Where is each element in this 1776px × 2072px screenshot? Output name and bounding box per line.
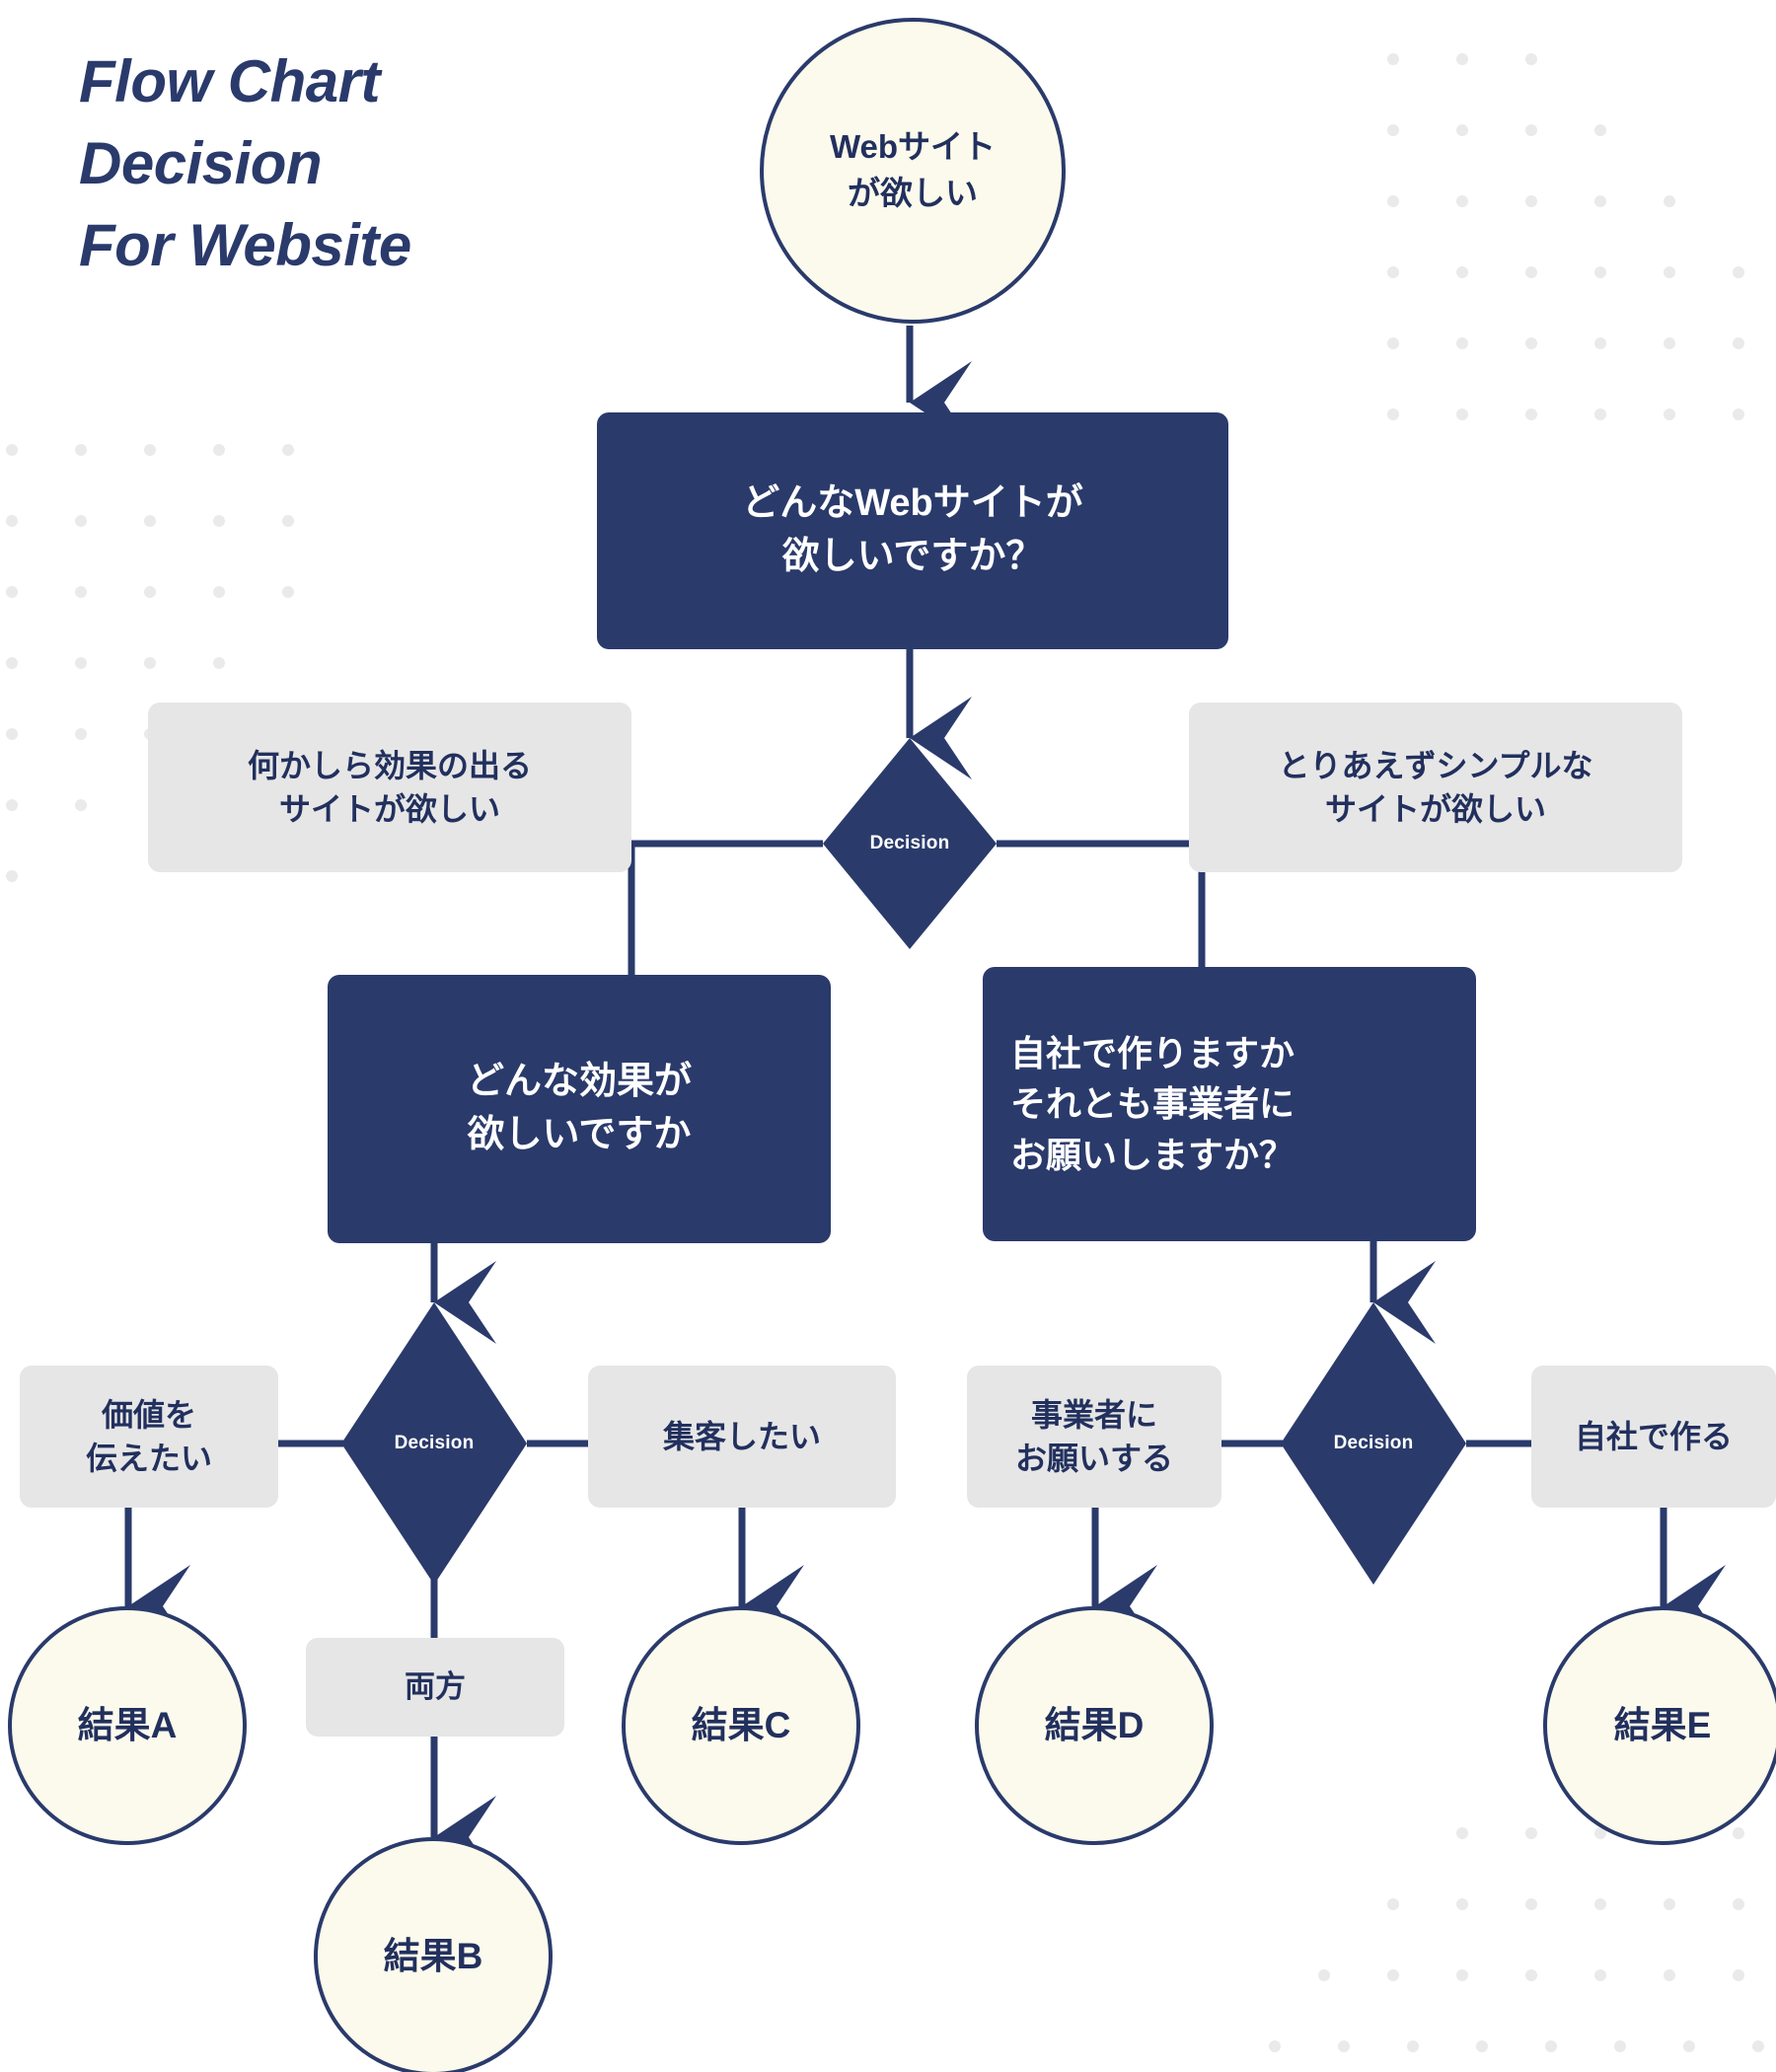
decision-label-2[interactable]: Decision — [345, 1424, 523, 1463]
node-result-a[interactable]: 結果A — [8, 1606, 247, 1845]
node-build-question[interactable]: 自社で作りますか それとも事業者に お願いしますか？ — [983, 967, 1476, 1241]
node-result-c[interactable]: 結果C — [622, 1606, 860, 1845]
page-title: Flow Chart Decision For Website — [79, 48, 411, 278]
node-result-e[interactable]: 結果E — [1543, 1606, 1776, 1845]
edge-label-both[interactable]: 両方 — [306, 1638, 564, 1737]
edge-label-ask-vendor[interactable]: 事業者に お願いする — [967, 1366, 1221, 1508]
edge-label-attract-customers[interactable]: 集客したい — [588, 1366, 896, 1508]
edge-label-effective-site[interactable]: 何かしら効果の出る サイトが欲しい — [148, 703, 631, 872]
node-effect-question[interactable]: どんな効果が 欲しいですか — [328, 975, 831, 1243]
decision-label-1[interactable]: Decision — [821, 824, 999, 863]
decision-label-3[interactable]: Decision — [1285, 1424, 1462, 1463]
node-main-question[interactable]: どんなWebサイトが 欲しいですか？ — [597, 412, 1228, 649]
edge-label-convey-value[interactable]: 価値を 伝えたい — [20, 1366, 278, 1508]
flowchart-canvas: Flow Chart Decision For Website Webサイト が… — [0, 0, 1776, 2072]
node-start[interactable]: Webサイト が欲しい — [760, 18, 1066, 324]
edge-label-build-inhouse[interactable]: 自社で作る — [1531, 1366, 1776, 1508]
edge-label-simple-site[interactable]: とりあえずシンプルな サイトが欲しい — [1189, 703, 1682, 872]
node-result-b[interactable]: 結果B — [314, 1837, 553, 2072]
node-result-d[interactable]: 結果D — [975, 1606, 1214, 1845]
